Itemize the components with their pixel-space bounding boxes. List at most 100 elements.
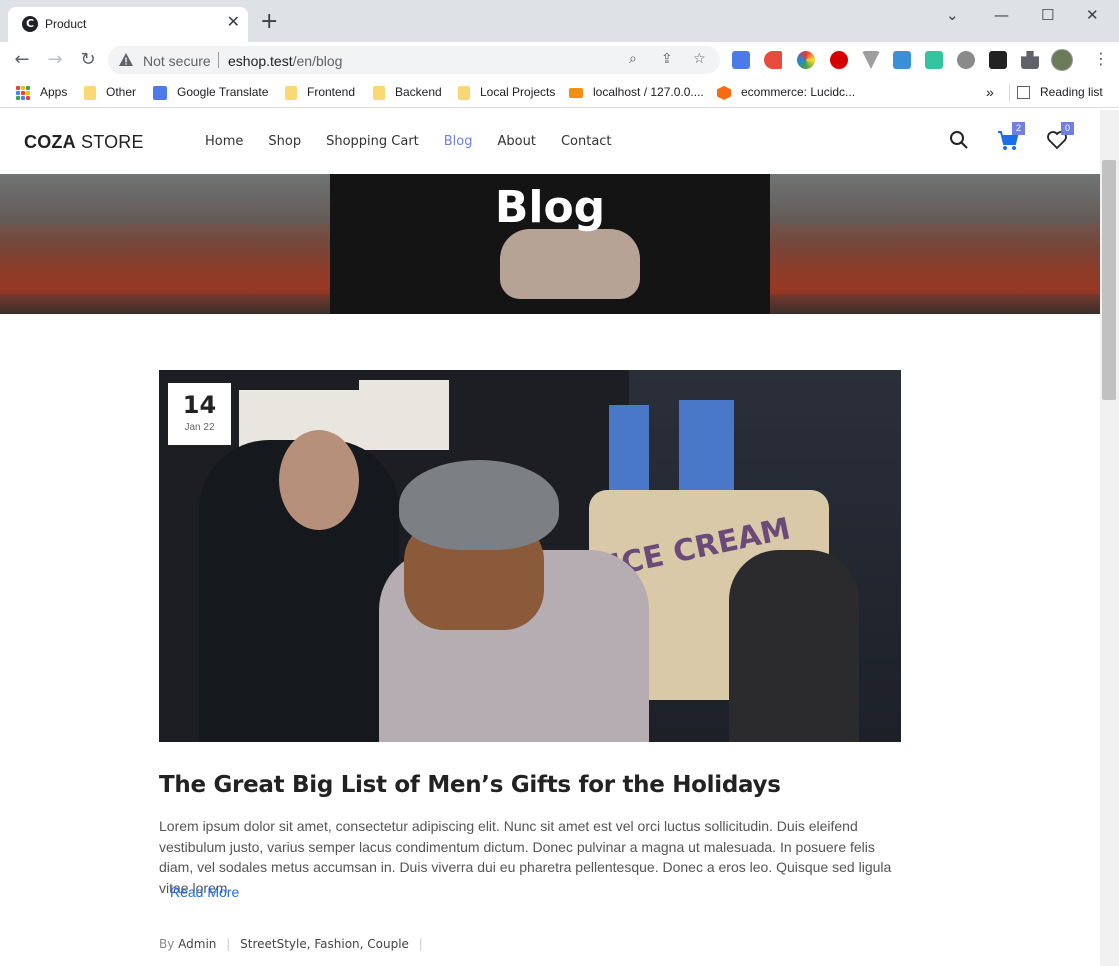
new-tab-icon[interactable]: + [260, 11, 278, 33]
maximize-icon[interactable]: ☐ [1041, 6, 1054, 24]
reading-list-label: Reading list [1040, 85, 1103, 99]
browser-toolbar: ← → ↻ Not secure eshop.test/en/blog ⌕ ⇪ … [0, 42, 1119, 78]
site-favicon-icon: C [22, 16, 38, 32]
nav-home[interactable]: Home [205, 134, 243, 149]
image-person-shape [729, 550, 859, 742]
bookmark-lucidchart[interactable]: ecommerce: Lucidc... [717, 84, 855, 102]
nav-shop[interactable]: Shop [268, 134, 301, 149]
post-tags[interactable]: StreetStyle, Fashion, Couple [240, 937, 409, 951]
post-date-month: Jan 22 [184, 422, 215, 433]
bookmark-star-icon[interactable]: ☆ [693, 51, 706, 67]
image-sign-shape [359, 380, 449, 450]
apps-grid-icon [16, 85, 30, 100]
browser-tab-bar: C Product ✕ + ⌄ — ☐ ✕ [0, 0, 1119, 42]
vue-devtools-extension-icon[interactable] [862, 51, 880, 69]
browser-menu-icon[interactable]: ⋮ [1093, 49, 1109, 68]
image-sign-shape [609, 405, 649, 495]
bookmarks-bar: Apps Other Google Translate Frontend Bac… [0, 78, 1119, 108]
extensions-puzzle-icon[interactable] [1021, 51, 1039, 69]
folder-icon [458, 85, 470, 100]
bookmark-google-translate[interactable]: Google Translate [153, 84, 268, 102]
warning-icon[interactable] [118, 52, 134, 68]
folder-icon [84, 85, 96, 100]
opera-extension-icon[interactable] [830, 51, 848, 69]
wishlist-heart-icon[interactable]: 0 [1046, 122, 1074, 155]
bookmark-label: ecommerce: Lucidc... [741, 85, 856, 99]
bookmark-apps[interactable]: Apps [16, 84, 67, 102]
by-label: By [159, 937, 175, 951]
cart-count-badge: 2 [1011, 122, 1025, 135]
tab-search-icon[interactable]: ⌄ [946, 6, 959, 24]
post-image[interactable]: ICE CREAM [159, 370, 901, 742]
address-separator [218, 52, 219, 68]
lucidchart-icon [717, 85, 731, 100]
color-picker-extension-icon[interactable] [797, 51, 815, 69]
fi-extension-icon[interactable] [893, 51, 911, 69]
profile-avatar[interactable] [1051, 49, 1073, 71]
bookmark-label: Frontend [307, 85, 356, 99]
post-title[interactable]: The Great Big List of Men’s Gifts for th… [159, 772, 781, 798]
bookmark-other[interactable]: Other [84, 84, 136, 102]
bookmark-backend[interactable]: Backend [373, 84, 442, 102]
bookmarks-overflow-icon[interactable]: » [986, 84, 994, 102]
address-bar[interactable]: Not secure eshop.test/en/blog ⌕ ⇪ ☆ [108, 46, 720, 74]
meta-separator: | [226, 937, 231, 951]
reading-list[interactable]: Reading list [1017, 84, 1103, 102]
browser-tab[interactable]: C Product ✕ [8, 7, 248, 42]
image-sign-shape [679, 400, 734, 500]
main-nav: Home Shop Shopping Cart Blog About Conta… [205, 134, 612, 149]
read-more-link[interactable]: Read More [170, 884, 239, 900]
forward-icon[interactable]: → [43, 48, 67, 72]
window-close-icon[interactable]: ✕ [1086, 6, 1099, 24]
wishlist-count-badge: 0 [1060, 122, 1074, 135]
share-icon[interactable]: ⇪ [661, 51, 673, 67]
site-header: COZA STORE Home Shop Shopping Cart Blog … [0, 110, 1100, 174]
hero-hand-shape [500, 229, 640, 299]
bookmark-local-projects[interactable]: Local Projects [458, 84, 555, 102]
bookmark-frontend[interactable]: Frontend [285, 84, 355, 102]
url-text[interactable]: eshop.test/en/blog [228, 53, 342, 69]
tab-close-icon[interactable]: ✕ [227, 13, 240, 33]
image-head-shape [279, 430, 359, 530]
page-title: Blog [494, 182, 606, 233]
image-hat-shape [399, 460, 559, 550]
not-secure-label[interactable]: Not secure [143, 53, 211, 69]
post-excerpt: Lorem ipsum dolor sit amet, consectetur … [159, 818, 892, 896]
folder-icon [285, 85, 297, 100]
google-translate-extension-icon[interactable] [732, 51, 750, 69]
bookmarks-divider [1009, 84, 1010, 102]
reload-icon[interactable]: ↻ [76, 48, 100, 72]
post-meta: By Admin | StreetStyle, Fashion, Couple … [159, 937, 429, 951]
cart-icon[interactable]: 2 [997, 122, 1025, 157]
google-translate-icon [153, 85, 167, 100]
minimize-icon[interactable]: — [994, 6, 1009, 24]
n-extension-icon[interactable] [925, 51, 943, 69]
tab-title: Product [45, 17, 87, 31]
zoom-icon[interactable]: ⌕ [629, 51, 637, 67]
megaphone-extension-icon[interactable] [764, 51, 782, 69]
bookmark-label: Google Translate [177, 85, 269, 99]
dark-extension-icon[interactable] [989, 51, 1007, 69]
site-logo[interactable]: COZA STORE [24, 132, 144, 153]
bookmark-label: Other [106, 85, 137, 99]
url-path: /en/blog [292, 53, 343, 69]
scrollbar-thumb[interactable] [1102, 160, 1116, 400]
bookmark-label: Local Projects [480, 85, 556, 99]
bookmark-label: localhost / 127.0.0.... [593, 85, 704, 99]
post-author[interactable]: Admin [178, 937, 216, 951]
nav-contact[interactable]: Contact [561, 134, 612, 149]
bookmark-phpmyadmin[interactable]: localhost / 127.0.0.... [569, 84, 704, 102]
bookmark-label: Backend [395, 85, 442, 99]
logo-light: STORE [75, 132, 144, 152]
post-date-day: 14 [182, 391, 217, 419]
search-icon[interactable] [949, 130, 969, 155]
meta-separator: | [418, 937, 423, 951]
nav-shopping-cart[interactable]: Shopping Cart [326, 134, 419, 149]
nav-blog[interactable]: Blog [444, 134, 473, 149]
nav-about[interactable]: About [498, 134, 536, 149]
ghost-extension-icon[interactable] [957, 51, 975, 69]
reading-list-icon [1017, 86, 1030, 100]
bookmark-label: Apps [40, 85, 68, 99]
url-host: eshop.test [228, 53, 293, 69]
back-icon[interactable]: ← [10, 48, 34, 72]
